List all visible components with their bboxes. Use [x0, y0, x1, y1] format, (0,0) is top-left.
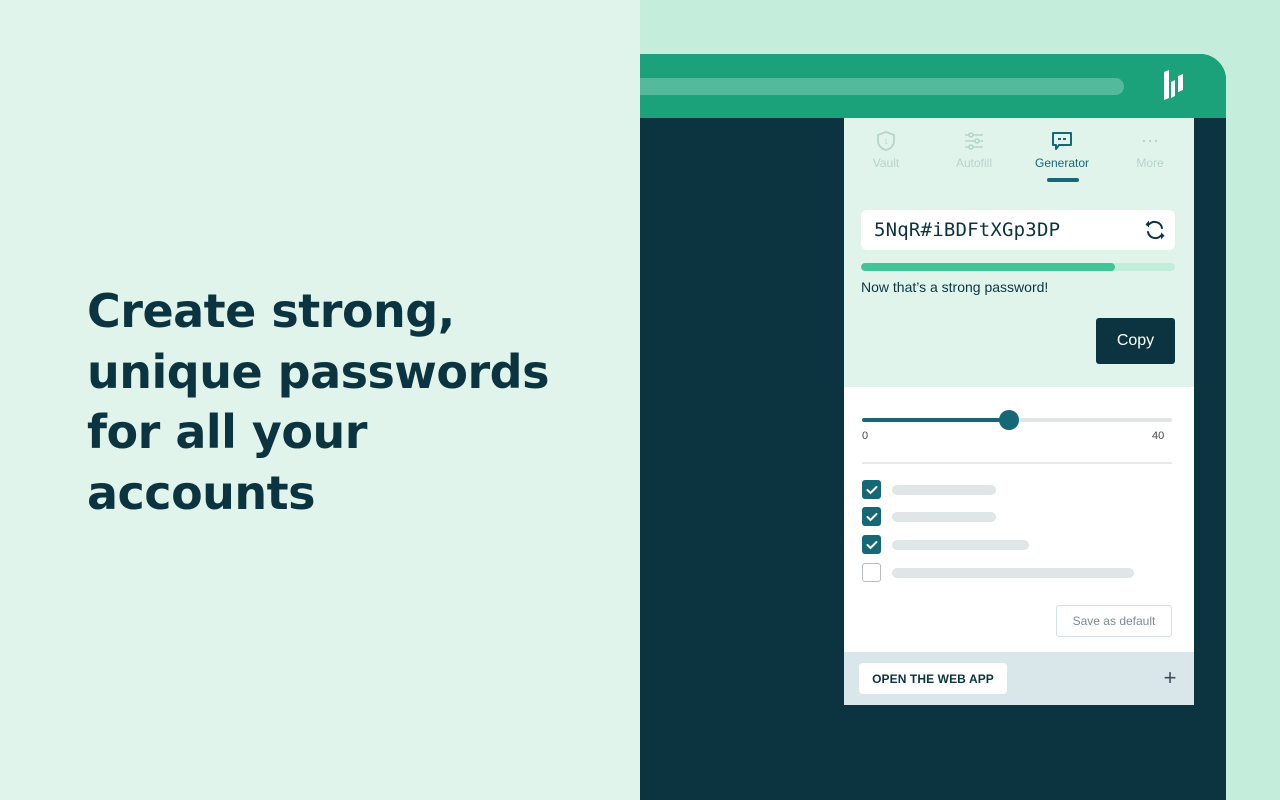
- tab-bar: 1 Vault Autofill Generator More: [844, 118, 1194, 188]
- extension-popup: 1 Vault Autofill Generator More 5NqR#iBD…: [844, 118, 1194, 705]
- open-web-app-button[interactable]: OPEN THE WEB APP: [859, 663, 1007, 694]
- save-as-default-button[interactable]: Save as default: [1056, 605, 1172, 637]
- browser-toolbar: [640, 54, 1226, 118]
- checkmark-icon: [866, 512, 877, 521]
- popup-footer: OPEN THE WEB APP +: [844, 652, 1194, 705]
- copy-button[interactable]: Copy: [1096, 318, 1175, 364]
- active-tab-indicator: [1047, 178, 1079, 182]
- option-checkbox-2[interactable]: [862, 507, 881, 526]
- option-row: [862, 563, 1162, 583]
- password-strength-fill: [861, 263, 1116, 271]
- option-checkbox-1[interactable]: [862, 480, 881, 499]
- refresh-icon[interactable]: [1143, 218, 1167, 242]
- headline-line-4: accounts: [87, 465, 316, 520]
- slider-min-label: 0: [862, 430, 869, 442]
- generated-password[interactable]: 5NqR#iBDFtXGp3DP: [874, 219, 1060, 241]
- option-row: [862, 535, 1162, 555]
- slider-max-label: 40: [1152, 430, 1165, 442]
- strength-message: Now that’s a strong password!: [861, 279, 1049, 295]
- option-label-placeholder: [892, 568, 1134, 578]
- divider: [862, 462, 1172, 464]
- option-row: [862, 507, 1162, 527]
- option-checkbox-3[interactable]: [862, 535, 881, 554]
- tab-more[interactable]: More: [1106, 130, 1194, 186]
- left-marketing-pane: Create strong, unique passwords for all …: [0, 0, 640, 800]
- option-label-placeholder: [892, 540, 1029, 550]
- headline-line-3: for all your: [87, 405, 367, 459]
- dashlane-logo-icon[interactable]: [1162, 70, 1186, 102]
- tab-autofill-label: Autofill: [955, 156, 993, 170]
- option-label-placeholder: [892, 512, 996, 522]
- sliders-icon: [965, 132, 983, 150]
- headline-line-2: unique passwords: [87, 344, 549, 399]
- headline: Create strong, unique passwords for all …: [87, 281, 567, 523]
- ellipsis-icon: [1142, 139, 1158, 143]
- plus-icon[interactable]: +: [1160, 666, 1180, 690]
- option-checkbox-4[interactable]: [862, 563, 881, 582]
- tab-more-label: More: [1136, 156, 1164, 170]
- password-strength-bar: [861, 263, 1175, 271]
- shield-icon: 1: [877, 131, 895, 151]
- tab-autofill[interactable]: Autofill: [930, 130, 1018, 186]
- option-label-placeholder: [892, 485, 996, 495]
- length-slider[interactable]: [862, 410, 1172, 430]
- option-row: [862, 480, 1162, 500]
- slider-fill: [862, 418, 1010, 422]
- address-bar[interactable]: [640, 78, 1124, 95]
- checkmark-icon: [866, 540, 877, 549]
- generator-top-section: 1 Vault Autofill Generator More 5NqR#iBD…: [844, 118, 1194, 387]
- slider-handle[interactable]: [999, 410, 1020, 430]
- svg-text:1: 1: [884, 139, 888, 146]
- tab-generator-label: Generator: [1034, 156, 1090, 170]
- chat-bubble-icon: [1052, 132, 1072, 150]
- generated-password-field[interactable]: 5NqR#iBDFtXGp3DP: [861, 210, 1175, 250]
- headline-line-1: Create strong,: [87, 284, 455, 338]
- checkmark-icon: [866, 485, 877, 494]
- tab-vault[interactable]: 1 Vault: [842, 130, 930, 186]
- tab-vault-label: Vault: [872, 156, 900, 170]
